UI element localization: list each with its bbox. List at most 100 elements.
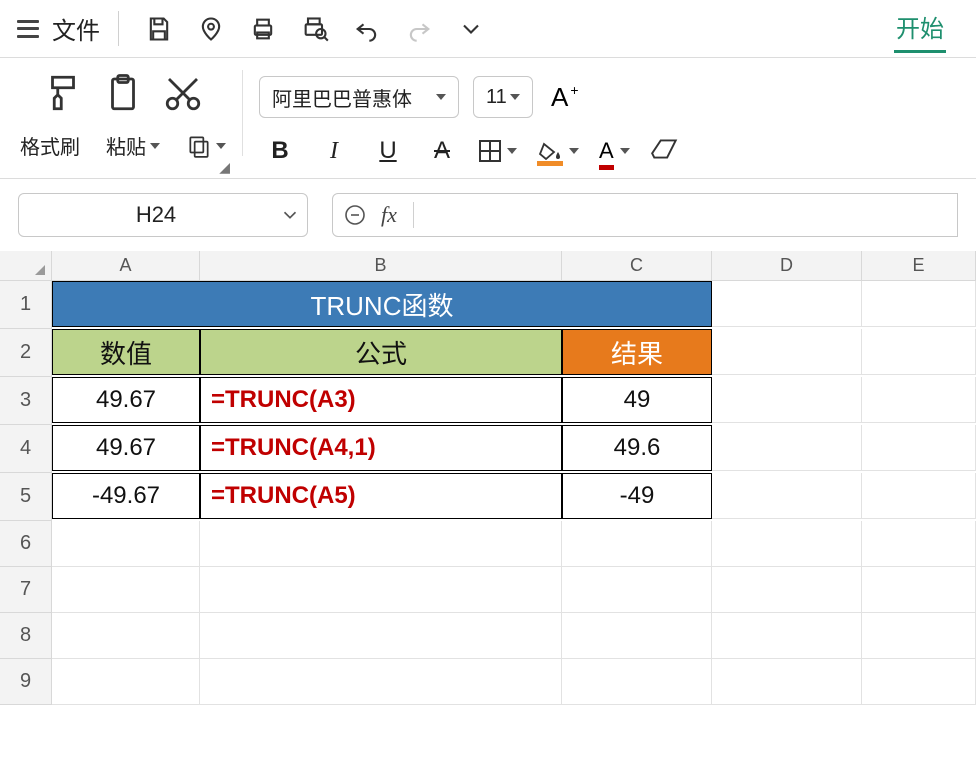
save-button[interactable] [139,9,179,49]
fill-color-button[interactable] [537,142,579,160]
cell-D2[interactable] [712,329,862,375]
header-formula[interactable]: 公式 [200,329,562,375]
cell-C4[interactable]: 49.6 [562,425,712,471]
row-header-7[interactable]: 7 [0,567,52,613]
chevron-down-icon [150,143,160,149]
tab-start[interactable]: 开始 [894,5,946,53]
cell-E9[interactable] [862,659,976,705]
format-painter-button[interactable] [42,72,84,119]
col-header-D[interactable]: D [712,251,862,281]
font-color-icon: A [599,138,614,164]
clear-format-button[interactable] [650,137,680,166]
cell-A6[interactable] [52,521,200,567]
clipboard-group: 格式刷 粘贴 ◢ [10,58,236,178]
header-result[interactable]: 结果 [562,329,712,375]
cell-D4[interactable] [712,425,862,471]
row-header-1[interactable]: 1 [0,281,52,329]
underline-button[interactable]: U [371,134,405,168]
cell-C3[interactable]: 49 [562,377,712,423]
formula-bar[interactable]: fx [332,193,958,237]
cell-D3[interactable] [712,377,862,423]
increase-font-button[interactable]: A+ [551,82,579,113]
fx-label[interactable]: fx [381,202,414,228]
divider [242,70,243,156]
format-painter-label[interactable]: 格式刷 [20,131,80,160]
col-header-C[interactable]: C [562,251,712,281]
cell-E3[interactable] [862,377,976,423]
chevron-down-icon [507,148,517,154]
cell-D9[interactable] [712,659,862,705]
cell-A4[interactable]: 49.67 [52,425,200,471]
paste-label[interactable]: 粘贴 [106,131,160,160]
col-header-B[interactable]: B [200,251,562,281]
cell-D5[interactable] [712,473,862,519]
more-dropdown[interactable] [451,9,491,49]
cut-button[interactable] [162,72,204,119]
cell-A3[interactable]: 49.67 [52,377,200,423]
row-header-2[interactable]: 2 [0,329,52,377]
cell-E6[interactable] [862,521,976,567]
cell-C9[interactable] [562,659,712,705]
font-size-select[interactable]: 11 [473,76,533,118]
row-header-3[interactable]: 3 [0,377,52,425]
header-value[interactable]: 数值 [52,329,200,375]
bold-button[interactable]: B [263,134,297,168]
row-header-6[interactable]: 6 [0,521,52,567]
cell-A5[interactable]: -49.67 [52,473,200,519]
cell-B9[interactable] [200,659,562,705]
cell-E5[interactable] [862,473,976,519]
chevron-down-icon [620,148,630,154]
hamburger-icon[interactable] [14,15,42,43]
row-header-5[interactable]: 5 [0,473,52,521]
group-expand-icon[interactable]: ◢ [219,159,230,176]
table-title[interactable]: TRUNC函数 [52,281,712,327]
borders-button[interactable] [479,140,517,162]
cell-B8[interactable] [200,613,562,659]
print-button[interactable] [243,9,283,49]
cell-D1[interactable] [712,281,862,327]
cancel-icon[interactable] [343,203,367,227]
undo-button[interactable] [347,9,387,49]
strikethrough-button[interactable]: A [425,134,459,168]
select-all-corner[interactable] [0,251,52,281]
spreadsheet[interactable]: A B C D E 1 TRUNC函数 2 数值 公式 结果 3 49.67 =… [0,251,976,705]
cell-C6[interactable] [562,521,712,567]
cell-B4[interactable]: =TRUNC(A4,1) [200,425,562,471]
save-icon [145,15,173,43]
file-menu[interactable]: 文件 [52,11,119,46]
row-header-9[interactable]: 9 [0,659,52,705]
cell-D7[interactable] [712,567,862,613]
col-header-E[interactable]: E [862,251,976,281]
cell-E7[interactable] [862,567,976,613]
print-preview-button[interactable] [295,9,335,49]
cell-D8[interactable] [712,613,862,659]
row-header-8[interactable]: 8 [0,613,52,659]
share-icon [197,15,225,43]
chevron-down-icon [569,148,579,154]
cell-B7[interactable] [200,567,562,613]
cell-B3[interactable]: =TRUNC(A3) [200,377,562,423]
cell-E8[interactable] [862,613,976,659]
cell-E2[interactable] [862,329,976,375]
cell-D6[interactable] [712,521,862,567]
cell-C5[interactable]: -49 [562,473,712,519]
cell-E1[interactable] [862,281,976,327]
cell-A8[interactable] [52,613,200,659]
font-group: 阿里巴巴普惠体 11 A+ B I U A [249,58,690,178]
cell-C7[interactable] [562,567,712,613]
italic-button[interactable]: I [317,134,351,168]
cell-C8[interactable] [562,613,712,659]
cell-B6[interactable] [200,521,562,567]
row-header-4[interactable]: 4 [0,425,52,473]
cell-A7[interactable] [52,567,200,613]
share-button[interactable] [191,9,231,49]
cell-A9[interactable] [52,659,200,705]
cell-B5[interactable]: =TRUNC(A5) [200,473,562,519]
name-box[interactable]: H24 [18,193,308,237]
col-header-A[interactable]: A [52,251,200,281]
copy-dropdown[interactable] [186,131,226,160]
font-family-select[interactable]: 阿里巴巴普惠体 [259,76,459,118]
cell-E4[interactable] [862,425,976,471]
font-color-button[interactable]: A [599,138,630,164]
paste-button[interactable] [102,72,144,119]
